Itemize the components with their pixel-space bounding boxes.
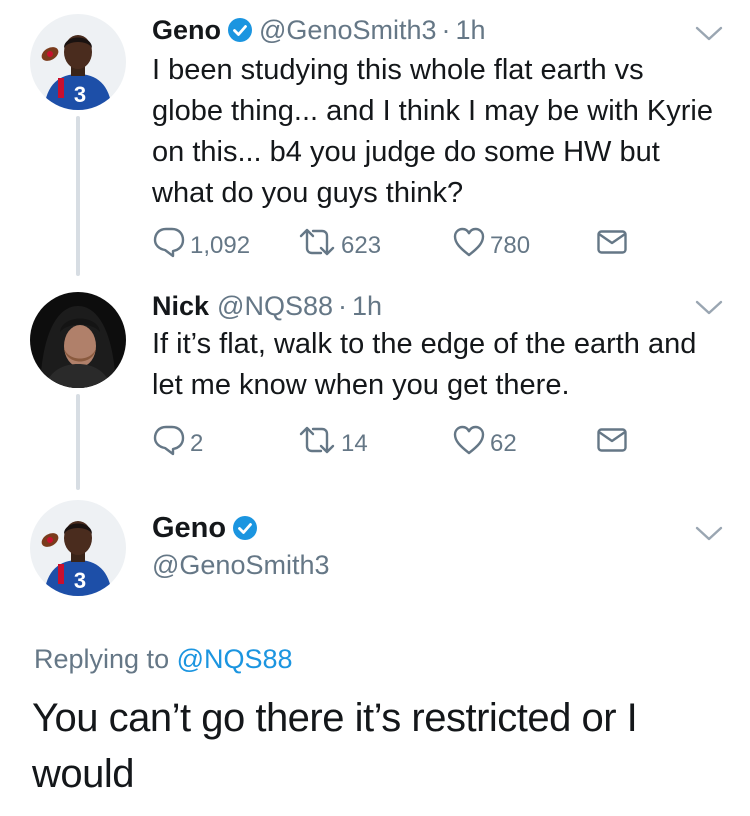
svg-text:3: 3 xyxy=(74,82,86,107)
separator-dot: · xyxy=(441,15,451,45)
retweet-button[interactable]: 14 xyxy=(297,424,368,463)
direct-message-button[interactable] xyxy=(596,228,632,263)
tweet-actions: 2 14 62 xyxy=(152,420,652,460)
tweet-actions: 1,092 623 780 xyxy=(152,222,652,262)
thread-connector xyxy=(76,116,80,276)
reply-count: 1,092 xyxy=(190,231,251,259)
svg-text:3: 3 xyxy=(74,568,86,593)
reply-icon xyxy=(152,424,190,463)
timestamp[interactable]: 1h xyxy=(352,291,382,321)
user-name[interactable]: Nick xyxy=(152,291,209,321)
tweet-header: Geno @GenoSmith3 · 1h xyxy=(152,14,486,46)
retweet-icon xyxy=(297,424,341,463)
user-handle[interactable]: @GenoSmith3 xyxy=(259,15,437,45)
like-count: 780 xyxy=(490,231,531,259)
reply-icon xyxy=(152,226,190,265)
replying-to-line: Replying to @NQS88 xyxy=(34,644,293,675)
focused-user-name-row: Geno xyxy=(152,512,264,545)
like-button[interactable]: 780 xyxy=(452,226,530,265)
chevron-down-icon[interactable] xyxy=(694,298,724,321)
verified-badge-icon xyxy=(232,515,258,541)
chevron-down-icon[interactable] xyxy=(694,524,724,547)
tweet-header: Nick @NQS88 · 1h xyxy=(152,290,382,322)
mention-link[interactable]: @NQS88 xyxy=(177,644,293,674)
verified-badge-icon xyxy=(227,17,253,43)
focused-tweet-text: You can’t go there it’s restricted or I … xyxy=(32,696,638,796)
avatar-geno[interactable]: 3 xyxy=(30,500,126,596)
direct-message-button[interactable] xyxy=(596,426,632,461)
like-button[interactable]: 62 xyxy=(452,424,517,463)
chevron-down-icon[interactable] xyxy=(694,24,724,47)
retweet-button[interactable]: 623 xyxy=(297,226,381,265)
reply-count: 2 xyxy=(190,429,204,457)
tweet-text: If it’s flat, walk to the edge of the ea… xyxy=(152,328,697,401)
user-handle[interactable]: @GenoSmith3 xyxy=(152,550,330,581)
heart-icon xyxy=(452,226,490,265)
reply-button[interactable]: 1,092 xyxy=(152,226,250,265)
like-count: 62 xyxy=(490,429,517,457)
retweet-count: 14 xyxy=(341,429,368,457)
user-name[interactable]: Geno xyxy=(152,15,221,45)
envelope-icon xyxy=(596,228,632,263)
timestamp[interactable]: 1h xyxy=(456,15,486,45)
thread-connector xyxy=(76,394,80,490)
separator-dot: · xyxy=(338,291,347,321)
reply-button[interactable]: 2 xyxy=(152,424,203,463)
avatar-nick[interactable] xyxy=(30,292,126,388)
envelope-icon xyxy=(596,426,632,461)
user-handle[interactable]: @NQS88 xyxy=(217,291,333,321)
replying-to-label: Replying to xyxy=(34,644,177,674)
avatar-geno[interactable]: 3 xyxy=(30,14,126,110)
tweet-text: I been studying this whole flat earth vs… xyxy=(152,54,713,209)
heart-icon xyxy=(452,424,490,463)
retweet-count: 623 xyxy=(341,231,382,259)
user-name[interactable]: Geno xyxy=(152,512,226,544)
retweet-icon xyxy=(297,226,341,265)
